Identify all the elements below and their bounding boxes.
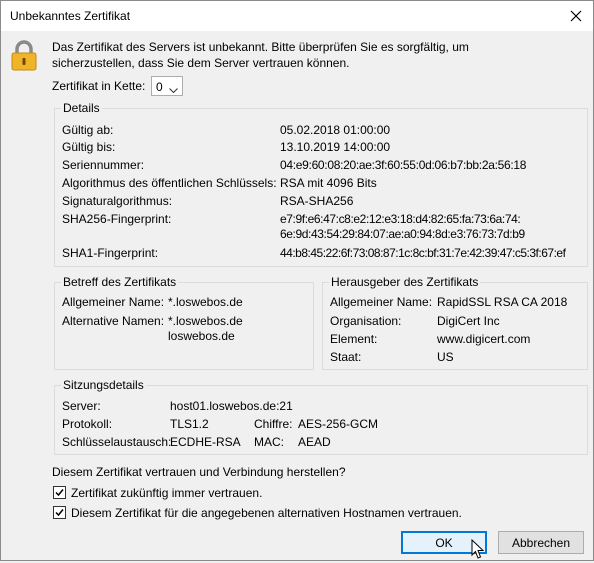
issuer-element-label: Element: [330, 332, 378, 346]
checkmark-icon [55, 489, 64, 497]
valid-to-label: Gültig bis: [62, 140, 116, 154]
issuer-title: Herausgeber des Zertifikats [329, 275, 481, 289]
trust-alt-hostnames-checkbox[interactable] [53, 506, 66, 519]
intro-text: Das Zertifikat des Servers ist unbekannt… [52, 40, 469, 70]
protocol-value: TLS1.2 [170, 417, 209, 431]
chain-select[interactable]: 0 [151, 76, 183, 96]
chain-select-value: 0 [156, 80, 163, 94]
protocol-label: Protokoll: [62, 417, 113, 431]
pubkey-algo-label: Algorithmus des öffentlichen Schlüssels: [62, 176, 277, 190]
signature-algo-label: Signaturalgorithmus: [62, 194, 173, 208]
subject-common-name: *.loswebos.de [168, 295, 243, 309]
window-title: Unbekanntes Zertifikat [10, 9, 131, 23]
close-icon[interactable] [565, 5, 587, 27]
subject-common-name-label: Allgemeiner Name: [62, 295, 165, 309]
serial-value: 04:e9:60:08:20:ae:3f:60:55:0d:06:b7:bb:2… [280, 158, 527, 172]
valid-to-value: 13.10.2019 14:00:00 [280, 140, 391, 154]
issuer-common-name: RapidSSL RSA CA 2018 [437, 295, 568, 309]
sha1-label: SHA1-Fingerprint: [62, 246, 159, 260]
trust-alt-hostnames-label[interactable]: Diesem Zertifikat für die angegebenen al… [71, 506, 462, 520]
subject-alt-name-2: loswebos.de [168, 329, 235, 343]
key-exchange-label: Schlüsselaustausch: [62, 435, 172, 449]
chevron-down-icon [169, 83, 178, 97]
trust-always-label[interactable]: Zertifikat zukünftig immer vertrauen. [71, 486, 262, 500]
server-value: host01.loswebos.de:21 [170, 399, 293, 413]
checkmark-icon [55, 509, 64, 517]
trust-always-checkbox[interactable] [53, 486, 66, 499]
serial-label: Seriennummer: [62, 158, 145, 172]
issuer-common-name-label: Allgemeiner Name: [330, 295, 433, 309]
cipher-value: AES-256-GCM [298, 417, 379, 431]
cancel-button[interactable]: Abbrechen [498, 531, 584, 554]
title-bar: Unbekanntes Zertifikat [1, 1, 593, 31]
trust-question: Diesem Zertifikat vertrauen und Verbindu… [52, 465, 346, 479]
valid-from-value: 05.02.2018 01:00:00 [280, 123, 391, 137]
sha256-label: SHA256-Fingerprint: [62, 212, 172, 226]
sha256-value-line2: 6e:9d:43:54:29:84:07:ae:a0:94:8d:e3:76:7… [280, 227, 525, 241]
subject-alt-name-1: *.loswebos.de [168, 314, 243, 328]
subject-alt-names-label: Alternative Namen: [62, 314, 165, 328]
signature-algo-value: RSA-SHA256 [280, 194, 354, 208]
server-label: Server: [62, 399, 101, 413]
issuer-organization-label: Organisation: [330, 314, 402, 328]
details-title: Details [61, 101, 102, 115]
issuer-state-label: Staat: [330, 350, 362, 364]
session-title: Sitzungsdetails [61, 378, 146, 392]
issuer-element: www.digicert.com [437, 332, 531, 346]
certificate-dialog: Unbekanntes Zertifikat Das Zertifikat de… [0, 0, 594, 561]
valid-from-label: Gültig ab: [62, 123, 114, 137]
pubkey-algo-value: RSA mit 4096 Bits [280, 176, 377, 190]
sha1-value: 44:b8:45:22:6f:73:08:87:1c:8c:bf:31:7e:4… [280, 246, 566, 260]
issuer-state: US [437, 350, 454, 364]
mouse-pointer-icon [471, 538, 485, 563]
issuer-organization: DigiCert Inc [437, 314, 500, 328]
mac-value: AEAD [298, 435, 331, 449]
key-exchange-value: ECDHE-RSA [170, 435, 241, 449]
cipher-label: Chiffre: [254, 417, 293, 431]
subject-title: Betreff des Zertifikats [61, 275, 179, 289]
lock-icon [9, 39, 39, 71]
sha256-value-line1: e7:9f:e6:47:c8:e2:12:e3:18:d4:82:65:fa:7… [280, 212, 521, 226]
chain-label: Zertifikat in Kette: [52, 79, 146, 93]
mac-label: MAC: [254, 435, 284, 449]
